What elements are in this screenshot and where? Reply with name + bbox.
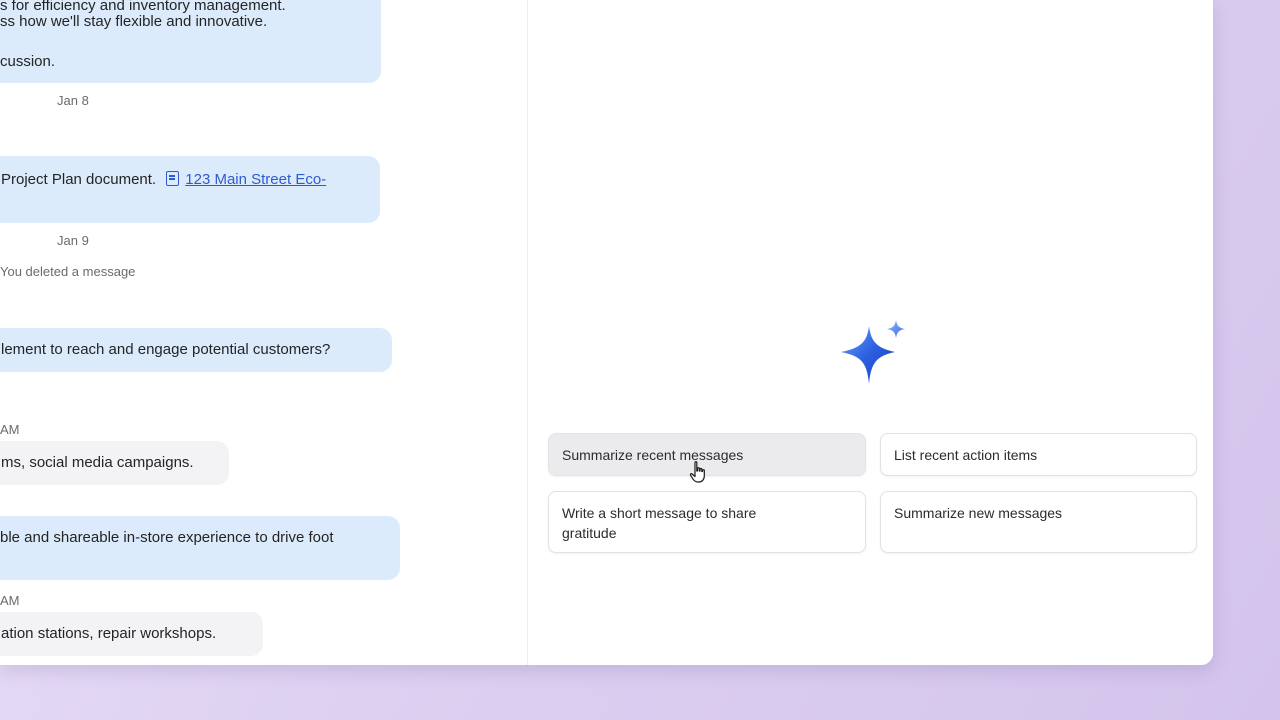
suggested-prompt-label: Summarize new messages bbox=[894, 505, 1063, 521]
suggested-prompt-button[interactable]: Summarize new messages bbox=[880, 491, 1197, 553]
message-text: cussion. bbox=[0, 53, 56, 70]
document-link[interactable]: 123 Main Street Eco- bbox=[166, 171, 326, 188]
hand-cursor-icon bbox=[689, 461, 705, 483]
message-bubble-sent: Project Plan document. 123 Main Street E… bbox=[0, 156, 380, 223]
message-text: ation stations, repair workshops. bbox=[1, 625, 217, 642]
message-bubble-received: ation stations, repair workshops. bbox=[0, 612, 263, 656]
message-text: lement to reach and engage potential cus… bbox=[1, 341, 331, 358]
suggested-prompt-label: Write a short message to share gratitude bbox=[562, 505, 757, 541]
sparkle-icon bbox=[841, 320, 905, 384]
document-link-label[interactable]: 123 Main Street Eco- bbox=[185, 171, 326, 188]
date-separator: Jan 9 bbox=[57, 233, 89, 248]
date-separator: Jan 8 bbox=[57, 93, 89, 108]
message-bubble-sent: ble and shareable in-store experience to… bbox=[0, 516, 400, 580]
message-bubble-sent: lement to reach and engage potential cus… bbox=[0, 328, 392, 372]
message-timestamp: AM bbox=[0, 422, 20, 437]
message-text-part: Project Plan document. bbox=[1, 171, 157, 188]
message-text: ms, social media campaigns. bbox=[1, 454, 194, 471]
message-bubble-received: ms, social media campaigns. bbox=[0, 441, 229, 485]
deleted-message-notice: You deleted a message bbox=[0, 264, 136, 279]
message-text: ss how we'll stay flexible and innovativ… bbox=[0, 13, 268, 30]
suggested-prompt-label: Summarize recent messages bbox=[562, 447, 744, 463]
suggested-prompt-button[interactable]: List recent action items bbox=[880, 433, 1197, 476]
chat-pane: s for efficiency and inventory managemen… bbox=[0, 0, 528, 665]
document-icon bbox=[166, 171, 180, 186]
message-text: Project Plan document. 123 Main Street E… bbox=[1, 170, 326, 190]
suggested-prompt-button[interactable]: Write a short message to share gratitude bbox=[548, 491, 866, 553]
suggested-prompt-label: List recent action items bbox=[894, 447, 1038, 463]
message-timestamp: AM bbox=[0, 593, 20, 608]
message-text: ble and shareable in-store experience to… bbox=[0, 529, 334, 546]
message-bubble-sent: s for efficiency and inventory managemen… bbox=[0, 0, 381, 83]
app-window: s for efficiency and inventory managemen… bbox=[0, 0, 1213, 665]
